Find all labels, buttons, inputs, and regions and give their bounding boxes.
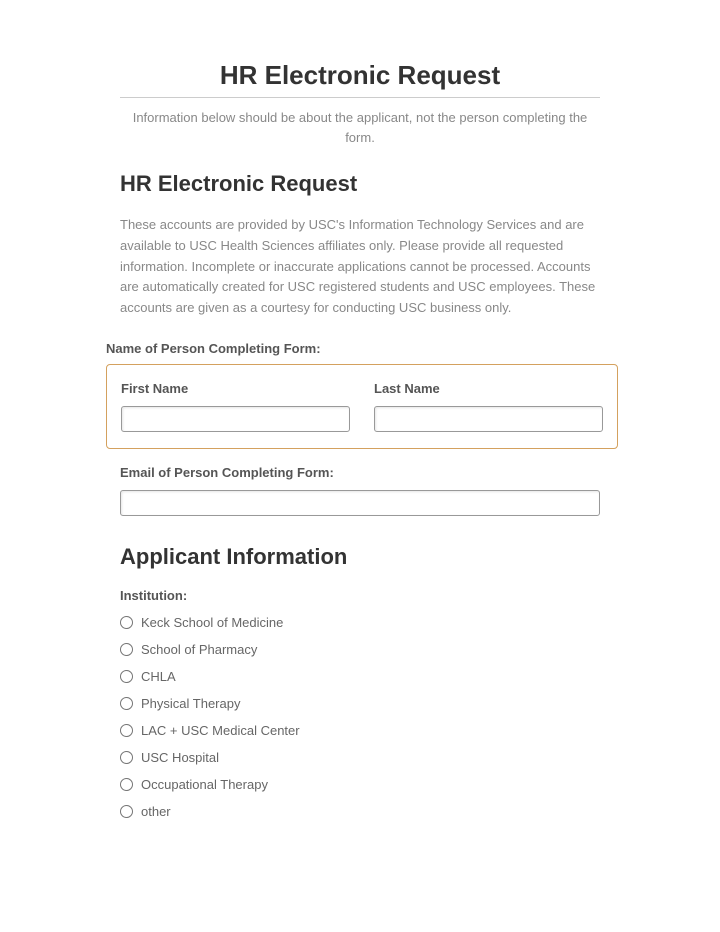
email-label: Email of Person Completing Form:	[120, 465, 600, 480]
radio-label-physical-therapy[interactable]: Physical Therapy	[141, 696, 240, 711]
radio-lac-usc[interactable]	[120, 724, 133, 737]
radio-item-occupational-therapy: Occupational Therapy	[120, 777, 600, 792]
page-title: HR Electronic Request	[120, 60, 600, 91]
radio-other[interactable]	[120, 805, 133, 818]
radio-item-usc-hospital: USC Hospital	[120, 750, 600, 765]
last-name-input[interactable]	[374, 406, 603, 432]
last-name-label: Last Name	[374, 381, 603, 396]
radio-keck[interactable]	[120, 616, 133, 629]
institution-label: Institution:	[120, 588, 600, 603]
radio-label-usc-hospital[interactable]: USC Hospital	[141, 750, 219, 765]
radio-item-chla: CHLA	[120, 669, 600, 684]
radio-occupational-therapy[interactable]	[120, 778, 133, 791]
radio-pharmacy[interactable]	[120, 643, 133, 656]
email-input[interactable]	[120, 490, 600, 516]
radio-item-keck: Keck School of Medicine	[120, 615, 600, 630]
page-subtitle: Information below should be about the ap…	[120, 108, 600, 147]
radio-label-keck[interactable]: Keck School of Medicine	[141, 615, 283, 630]
radio-physical-therapy[interactable]	[120, 697, 133, 710]
name-field-label: Name of Person Completing Form:	[106, 341, 600, 356]
radio-chla[interactable]	[120, 670, 133, 683]
radio-usc-hospital[interactable]	[120, 751, 133, 764]
form-section-title: HR Electronic Request	[120, 171, 600, 197]
radio-label-chla[interactable]: CHLA	[141, 669, 176, 684]
radio-label-occupational-therapy[interactable]: Occupational Therapy	[141, 777, 268, 792]
radio-label-other[interactable]: other	[141, 804, 171, 819]
radio-label-lac-usc[interactable]: LAC + USC Medical Center	[141, 723, 300, 738]
institution-radio-group: Keck School of Medicine School of Pharma…	[120, 615, 600, 819]
radio-item-physical-therapy: Physical Therapy	[120, 696, 600, 711]
radio-item-lac-usc: LAC + USC Medical Center	[120, 723, 600, 738]
name-input-group: First Name Last Name	[106, 364, 618, 449]
applicant-section-title: Applicant Information	[120, 544, 600, 570]
email-section: Email of Person Completing Form:	[120, 465, 600, 516]
form-description: These accounts are provided by USC's Inf…	[120, 215, 600, 319]
radio-item-pharmacy: School of Pharmacy	[120, 642, 600, 657]
first-name-column: First Name	[121, 381, 350, 432]
first-name-label: First Name	[121, 381, 350, 396]
title-divider	[120, 97, 600, 98]
radio-label-pharmacy[interactable]: School of Pharmacy	[141, 642, 257, 657]
radio-item-other: other	[120, 804, 600, 819]
last-name-column: Last Name	[374, 381, 603, 432]
first-name-input[interactable]	[121, 406, 350, 432]
